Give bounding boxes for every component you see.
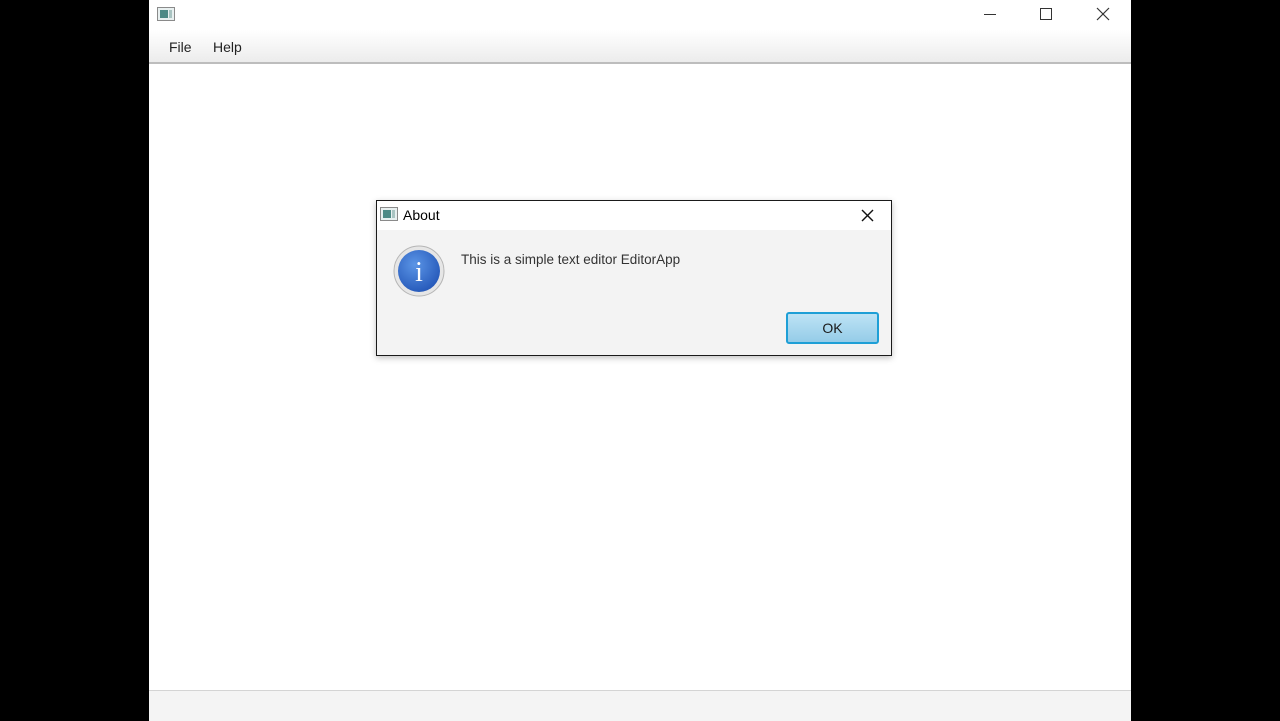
about-dialog: About i This is a simple text editor Edi… xyxy=(376,200,892,356)
info-glyph: i xyxy=(415,257,423,288)
dialog-titlebar[interactable]: About xyxy=(377,201,891,230)
menu-bar: File Help xyxy=(149,30,1131,64)
maximize-button[interactable] xyxy=(1023,0,1069,30)
status-bar xyxy=(149,690,1131,721)
close-button[interactable] xyxy=(1079,0,1125,30)
dialog-app-icon xyxy=(380,207,398,221)
dialog-close-button[interactable] xyxy=(857,205,879,227)
text-area[interactable] xyxy=(149,64,1131,690)
close-icon xyxy=(861,209,874,222)
dialog-title: About xyxy=(403,207,440,223)
ok-button[interactable]: OK xyxy=(786,312,879,344)
minimize-button[interactable] xyxy=(967,0,1013,30)
main-window: File Help xyxy=(149,0,1131,721)
minimize-icon xyxy=(984,14,996,15)
dialog-message: This is a simple text editor EditorApp xyxy=(461,252,681,267)
close-icon xyxy=(1096,7,1110,21)
info-icon: i xyxy=(393,245,445,297)
window-titlebar[interactable] xyxy=(149,0,1131,30)
app-icon xyxy=(157,7,175,21)
menu-file[interactable]: File xyxy=(169,39,192,55)
maximize-icon xyxy=(1040,8,1052,20)
menu-help[interactable]: Help xyxy=(213,39,242,55)
